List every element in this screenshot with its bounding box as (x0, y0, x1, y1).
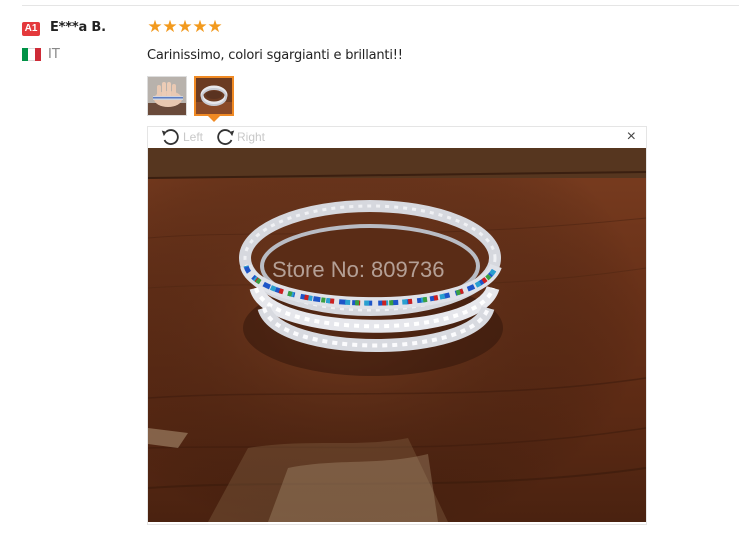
rotate-left-label: Left (183, 130, 204, 144)
bracelet-photo-image: Store No: 809736 (148, 148, 646, 522)
photo-viewer: Left Right × Store No: 809736 (147, 126, 647, 525)
rotate-right-button[interactable]: Right (214, 127, 265, 147)
star-icon: ★ (177, 17, 192, 36)
watermark-text: Store No: 809736 (272, 257, 444, 282)
star-icon: ★ (192, 17, 207, 36)
reviewer-country: IT (48, 47, 60, 62)
rotate-left-button[interactable]: Left (160, 127, 203, 147)
bracelet-thumbnail-icon (196, 78, 232, 114)
star-icon: ★ (147, 17, 162, 36)
reviewer-name: E***a B. (50, 20, 106, 35)
viewer-toolbar: Left Right × (148, 127, 646, 147)
review-photo-thumbnail-1[interactable] (147, 76, 187, 116)
review-photo-thumbnail-2[interactable] (194, 76, 234, 116)
star-icon: ★ (162, 17, 177, 36)
hand-bracelet-thumbnail-icon (148, 77, 186, 115)
review-photo[interactable]: Store No: 809736 (148, 148, 646, 522)
rotate-left-icon (161, 129, 179, 145)
divider (22, 5, 739, 6)
italy-flag-icon (22, 48, 41, 61)
rotate-right-label: Right (237, 130, 266, 144)
star-icon: ★ (207, 17, 222, 36)
rotate-right-icon (217, 129, 235, 145)
star-rating: ★ ★ ★ ★ ★ (147, 17, 222, 37)
close-viewer-button[interactable]: × (627, 129, 636, 145)
buyer-level-badge: A1 (22, 22, 40, 36)
review-text: Carinissimo, colori sgargianti e brillan… (147, 48, 403, 63)
selected-thumbnail-pointer (208, 116, 220, 122)
